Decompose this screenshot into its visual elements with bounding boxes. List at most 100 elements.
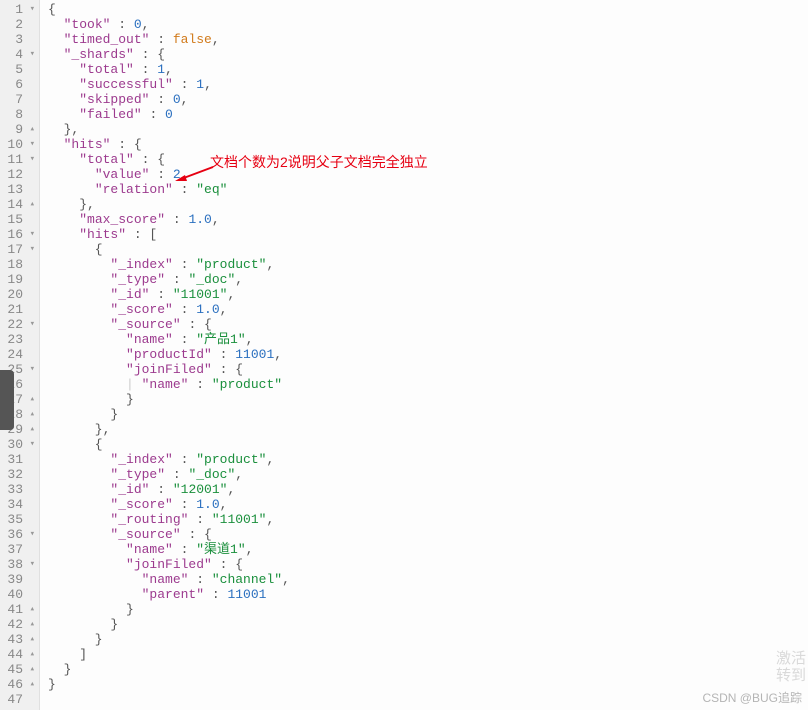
line-number: 15 xyxy=(0,212,35,227)
line-number: 18 xyxy=(0,257,35,272)
code-line: | "name" : "product" xyxy=(48,377,808,392)
code-line: "_id" : "12001", xyxy=(48,482,808,497)
code-line: { xyxy=(48,242,808,257)
fold-toggle-icon[interactable]: ▾ xyxy=(25,227,35,242)
arrow-icon xyxy=(175,165,215,183)
activate-watermark: 激活 转到 xyxy=(776,651,806,684)
code-line: "timed_out" : false, xyxy=(48,32,808,47)
fold-toggle-icon[interactable]: ▴ xyxy=(25,632,35,647)
code-line: }, xyxy=(48,422,808,437)
code-line: "successful" : 1, xyxy=(48,77,808,92)
line-number: 45▴ xyxy=(0,662,35,677)
code-line: "_id" : "11001", xyxy=(48,287,808,302)
code-line: "_score" : 1.0, xyxy=(48,302,808,317)
line-number: 35 xyxy=(0,512,35,527)
line-number: 46▴ xyxy=(0,677,35,692)
code-line: "took" : 0, xyxy=(48,17,808,32)
code-line: "name" : "产品1", xyxy=(48,332,808,347)
line-number: 20 xyxy=(0,287,35,302)
code-line xyxy=(48,692,808,707)
fold-toggle-icon[interactable]: ▾ xyxy=(25,362,35,377)
fold-toggle-icon[interactable]: ▾ xyxy=(25,527,35,542)
line-number: 7 xyxy=(0,92,35,107)
fold-toggle-icon[interactable]: ▴ xyxy=(25,617,35,632)
code-line: "relation" : "eq" xyxy=(48,182,808,197)
code-area[interactable]: { "took" : 0, "timed_out" : false, "_sha… xyxy=(40,0,808,710)
code-line: } xyxy=(48,407,808,422)
line-number: 16▾ xyxy=(0,227,35,242)
line-number: 32 xyxy=(0,467,35,482)
fold-toggle-icon[interactable]: ▾ xyxy=(25,152,35,167)
line-number: 38▾ xyxy=(0,557,35,572)
csdn-watermark: CSDN @BUG追踪 xyxy=(702,689,802,706)
line-number: 1▾ xyxy=(0,2,35,17)
fold-toggle-icon[interactable]: ▴ xyxy=(25,392,35,407)
line-number: 2 xyxy=(0,17,35,32)
line-number: 21 xyxy=(0,302,35,317)
line-number: 11▾ xyxy=(0,152,35,167)
line-number: 5 xyxy=(0,62,35,77)
fold-toggle-icon[interactable]: ▾ xyxy=(25,317,35,332)
line-number: 30▾ xyxy=(0,437,35,452)
line-number: 44▴ xyxy=(0,647,35,662)
line-number: 36▾ xyxy=(0,527,35,542)
line-number: 31 xyxy=(0,452,35,467)
fold-toggle-icon[interactable]: ▾ xyxy=(25,437,35,452)
line-number: 43▴ xyxy=(0,632,35,647)
code-line: "productId" : 11001, xyxy=(48,347,808,362)
json-editor: 1▾234▾56789▴10▾11▾121314▴1516▾17▾1819202… xyxy=(0,0,808,710)
code-line: { xyxy=(48,437,808,452)
code-line: ] xyxy=(48,647,808,662)
code-line: "name" : "channel", xyxy=(48,572,808,587)
line-number: 17▾ xyxy=(0,242,35,257)
fold-toggle-icon[interactable]: ▾ xyxy=(25,47,35,62)
fold-toggle-icon[interactable]: ▴ xyxy=(25,197,35,212)
code-line: "value" : 2, xyxy=(48,167,808,182)
fold-toggle-icon[interactable]: ▴ xyxy=(25,677,35,692)
side-tab[interactable] xyxy=(0,370,14,430)
code-line: "_type" : "_doc", xyxy=(48,272,808,287)
code-line: "_source" : { xyxy=(48,527,808,542)
fold-toggle-icon[interactable]: ▴ xyxy=(25,602,35,617)
line-number: 6 xyxy=(0,77,35,92)
code-line: "name" : "渠道1", xyxy=(48,542,808,557)
line-number: 40 xyxy=(0,587,35,602)
fold-toggle-icon[interactable]: ▾ xyxy=(25,137,35,152)
line-number: 39 xyxy=(0,572,35,587)
fold-toggle-icon[interactable]: ▾ xyxy=(25,242,35,257)
line-number: 19 xyxy=(0,272,35,287)
line-number: 42▴ xyxy=(0,617,35,632)
code-line: "_index" : "product", xyxy=(48,257,808,272)
code-line: "max_score" : 1.0, xyxy=(48,212,808,227)
fold-toggle-icon[interactable]: ▴ xyxy=(25,647,35,662)
line-number: 10▾ xyxy=(0,137,35,152)
code-line: "parent" : 11001 xyxy=(48,587,808,602)
line-gutter: 1▾234▾56789▴10▾11▾121314▴1516▾17▾1819202… xyxy=(0,0,40,710)
code-line: }, xyxy=(48,197,808,212)
line-number: 41▴ xyxy=(0,602,35,617)
code-line: { xyxy=(48,2,808,17)
line-number: 33 xyxy=(0,482,35,497)
line-number: 37 xyxy=(0,542,35,557)
line-number: 47 xyxy=(0,692,35,707)
code-line: } xyxy=(48,662,808,677)
code-line: "hits" : [ xyxy=(48,227,808,242)
fold-toggle-icon[interactable]: ▴ xyxy=(25,122,35,137)
code-line: "hits" : { xyxy=(48,137,808,152)
code-line: "total" : { xyxy=(48,152,808,167)
code-line: }, xyxy=(48,122,808,137)
code-line: "_routing" : "11001", xyxy=(48,512,808,527)
fold-toggle-icon[interactable]: ▴ xyxy=(25,407,35,422)
code-line: } xyxy=(48,617,808,632)
code-line: "skipped" : 0, xyxy=(48,92,808,107)
code-line: "_index" : "product", xyxy=(48,452,808,467)
fold-toggle-icon[interactable]: ▴ xyxy=(25,662,35,677)
code-line: } xyxy=(48,677,808,692)
fold-toggle-icon[interactable]: ▴ xyxy=(25,422,35,437)
line-number: 9▴ xyxy=(0,122,35,137)
line-number: 24 xyxy=(0,347,35,362)
fold-toggle-icon[interactable]: ▾ xyxy=(25,557,35,572)
fold-toggle-icon[interactable]: ▾ xyxy=(25,2,35,17)
line-number: 23 xyxy=(0,332,35,347)
line-number: 13 xyxy=(0,182,35,197)
